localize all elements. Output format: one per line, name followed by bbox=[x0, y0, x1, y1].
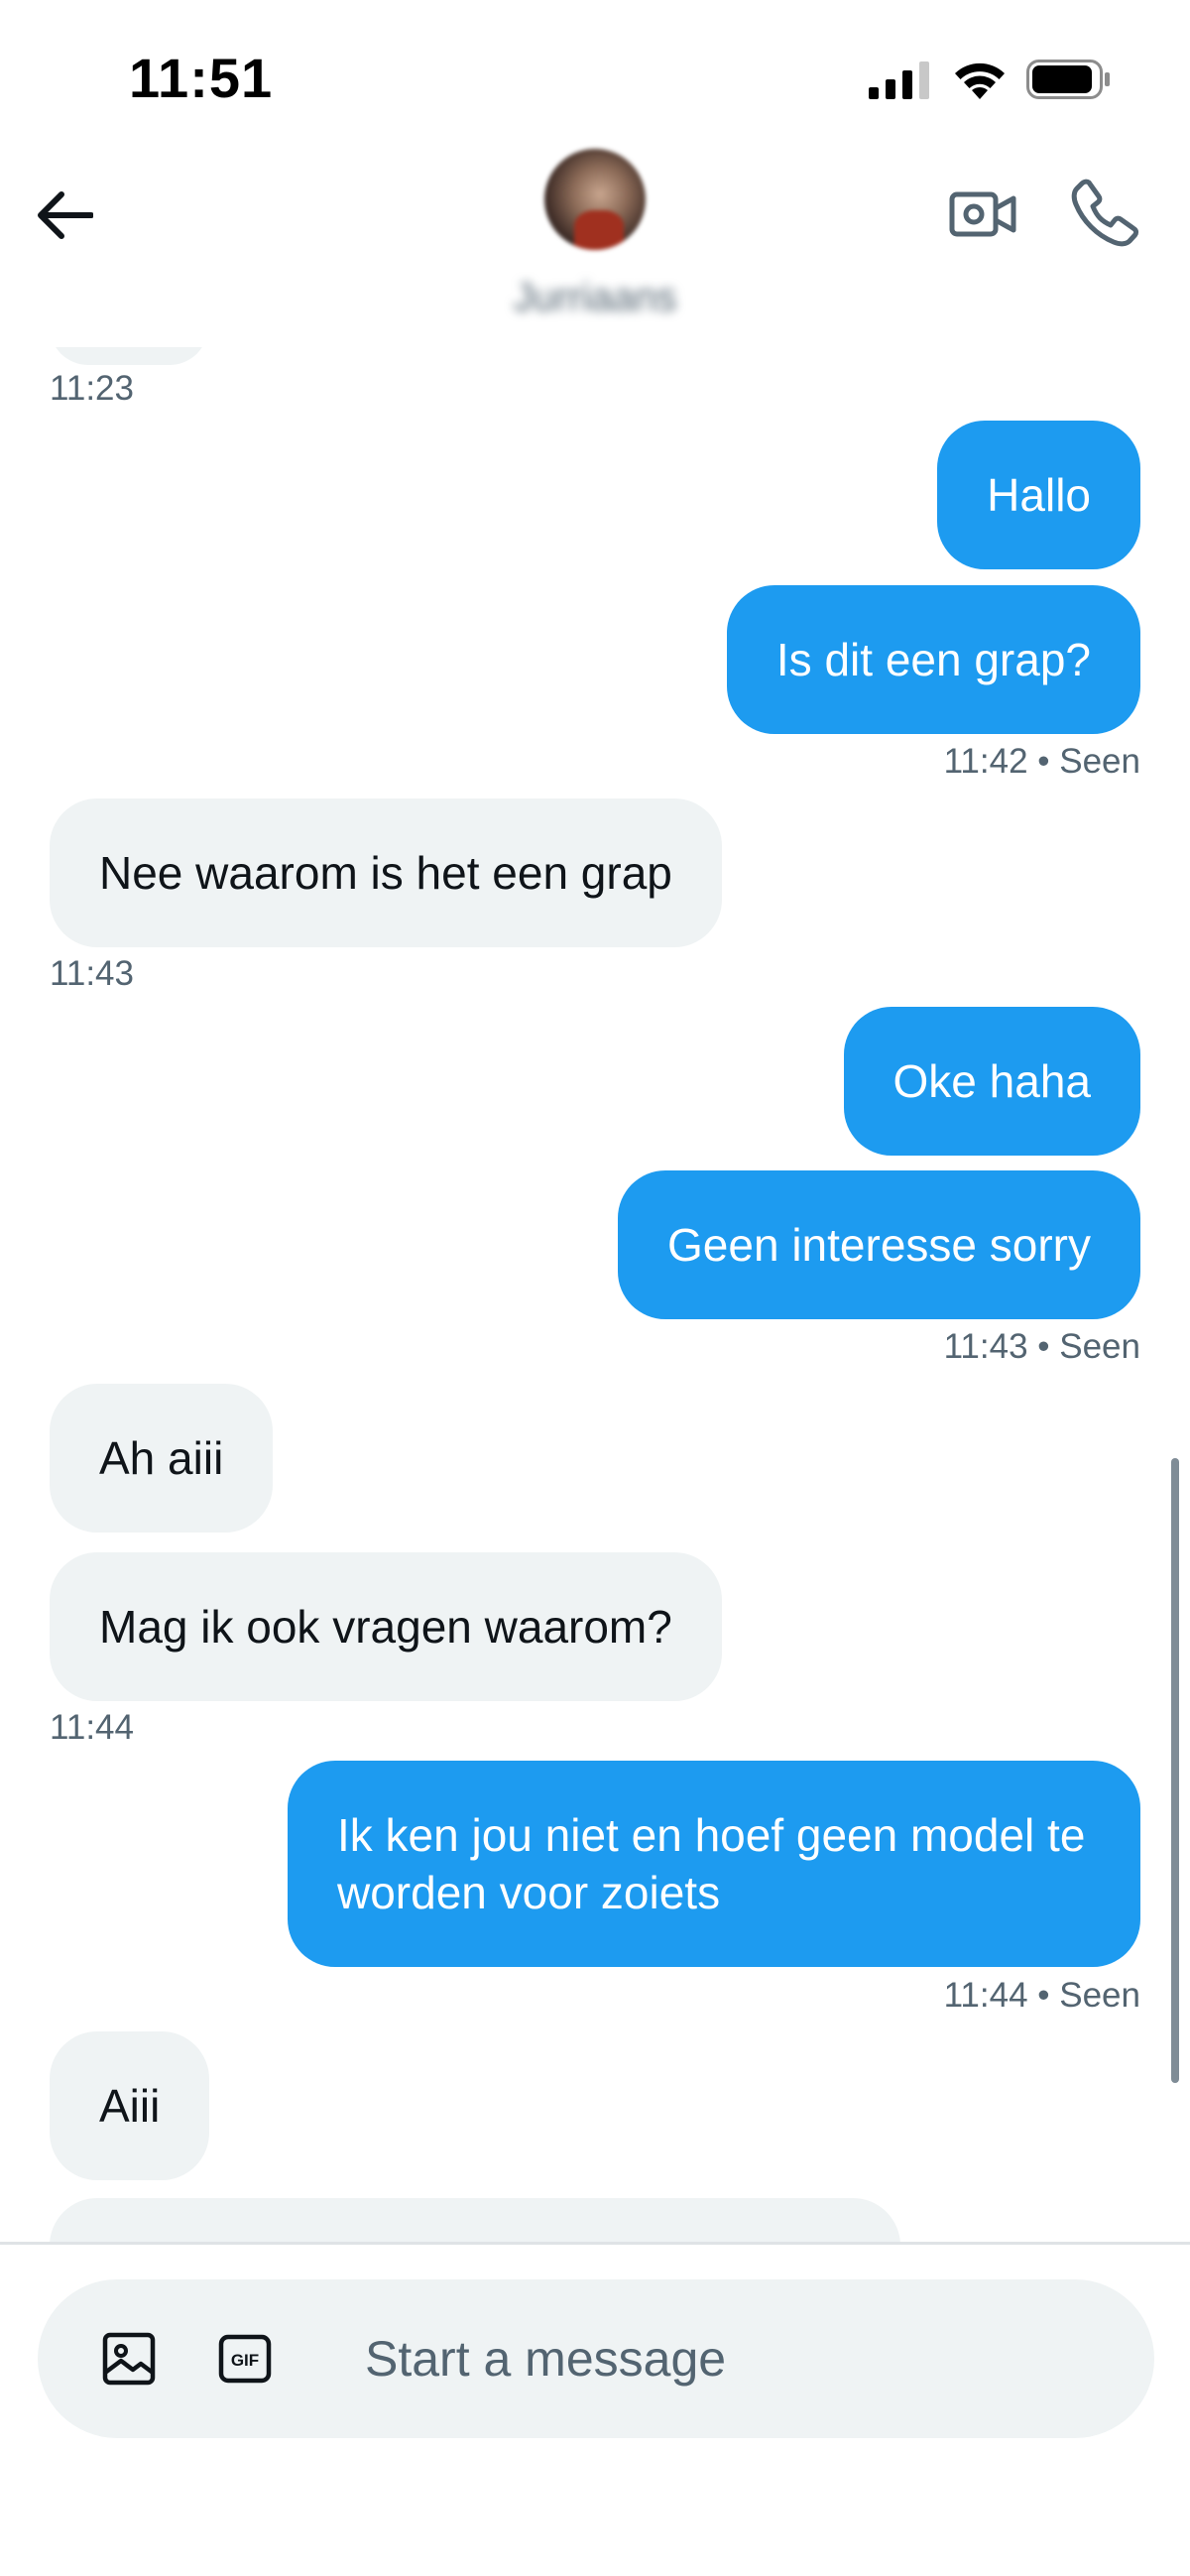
battery-icon bbox=[1026, 60, 1110, 99]
conversation-header: Jurriaans bbox=[0, 139, 1190, 347]
message-bubble-outgoing[interactable]: Oke haha bbox=[843, 1007, 1140, 1156]
add-gif-button[interactable]: GIF bbox=[213, 2327, 277, 2391]
gif-icon: GIF bbox=[218, 2334, 272, 2384]
message-bubble-partial[interactable] bbox=[50, 2198, 900, 2242]
message-bubble-partial[interactable] bbox=[50, 347, 208, 365]
message-meta: 11:42 • Seen bbox=[943, 742, 1140, 781]
status-time: 11:51 bbox=[129, 47, 274, 109]
message-bubble-incoming[interactable]: Ah aiii bbox=[50, 1384, 274, 1533]
message-bubble-incoming[interactable]: Aiii bbox=[50, 2031, 210, 2180]
message-list[interactable]: 11:23 Hallo Is dit een grap? 11:42 • See… bbox=[0, 347, 1190, 2242]
message-meta: 11:44 • Seen bbox=[943, 1976, 1140, 2015]
add-media-button[interactable] bbox=[97, 2327, 161, 2391]
phone-icon bbox=[1071, 179, 1139, 247]
svg-text:GIF: GIF bbox=[231, 2351, 259, 2370]
cellular-signal-icon bbox=[869, 61, 929, 99]
message-timestamp: 11:23 bbox=[50, 369, 134, 408]
arrow-left-icon bbox=[38, 191, 93, 239]
message-input[interactable] bbox=[365, 2319, 980, 2398]
message-bubble-incoming[interactable]: Mag ik ook vragen waarom? bbox=[50, 1552, 722, 1701]
video-camera-icon bbox=[949, 191, 1016, 237]
status-bar: 11:51 bbox=[0, 0, 1190, 149]
message-bubble-outgoing[interactable]: Hallo bbox=[937, 421, 1140, 569]
message-composer: GIF bbox=[38, 2279, 1154, 2438]
composer-divider bbox=[0, 2242, 1190, 2245]
message-bubble-outgoing[interactable]: Is dit een grap? bbox=[726, 585, 1140, 734]
voice-call-button[interactable] bbox=[1069, 177, 1140, 248]
message-bubble-outgoing[interactable]: Geen interesse sorry bbox=[618, 1170, 1140, 1319]
image-icon bbox=[102, 2332, 156, 2386]
back-button[interactable] bbox=[30, 181, 99, 250]
message-meta: 11:43 • Seen bbox=[943, 1327, 1140, 1366]
message-timestamp: 11:43 bbox=[50, 954, 134, 993]
wifi-icon bbox=[955, 62, 1005, 99]
avatar[interactable] bbox=[544, 149, 646, 250]
scrollbar[interactable] bbox=[1171, 1458, 1179, 2083]
contact-name[interactable]: Jurriaans bbox=[0, 276, 1190, 320]
voice-message-button[interactable] bbox=[1036, 2324, 1106, 2393]
message-timestamp: 11:44 bbox=[50, 1708, 134, 1747]
message-bubble-outgoing[interactable]: Ik ken jou niet en hoef geen model te wo… bbox=[288, 1761, 1140, 1967]
video-call-button[interactable] bbox=[947, 179, 1018, 250]
message-bubble-incoming[interactable]: Nee waarom is het een grap bbox=[50, 798, 722, 947]
voice-waveform-icon bbox=[1041, 2333, 1101, 2385]
